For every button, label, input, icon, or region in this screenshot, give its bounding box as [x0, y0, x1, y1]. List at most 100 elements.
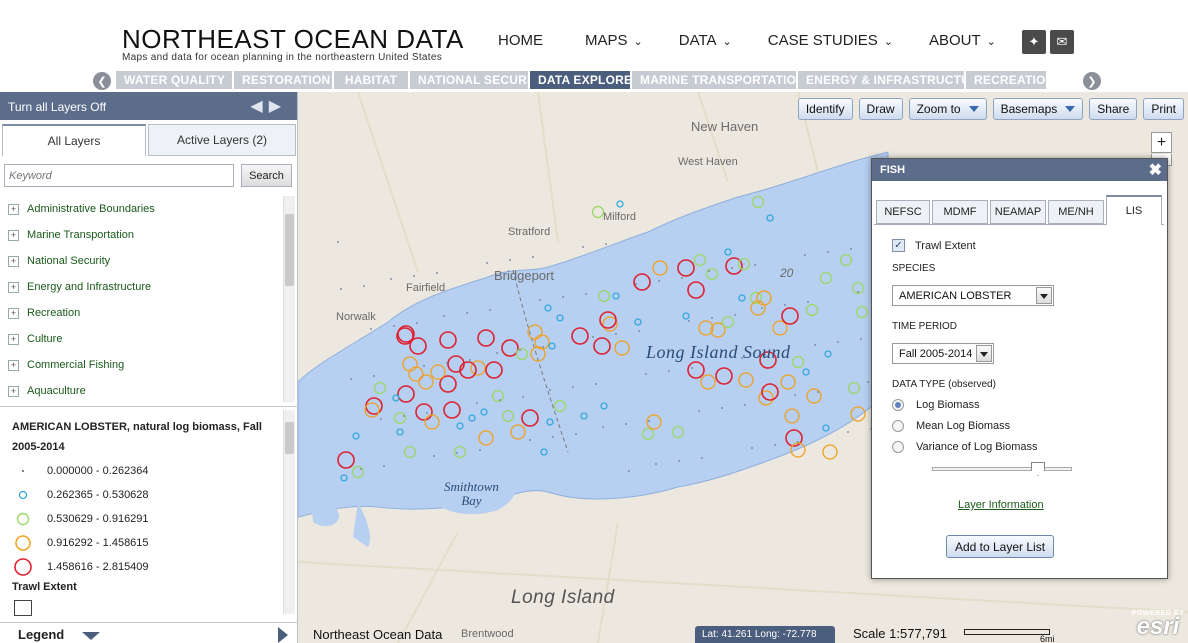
- trawl-extent-option[interactable]: ✓ Trawl Extent: [892, 239, 976, 252]
- tab-water-quality[interactable]: WATER QUALITY: [116, 71, 232, 89]
- radio-icon[interactable]: [892, 420, 904, 432]
- legend-ring-icon: [12, 508, 34, 530]
- share-button[interactable]: Share: [1089, 98, 1138, 120]
- draw-button[interactable]: Draw: [858, 98, 903, 120]
- site-title[interactable]: NORTHEAST OCEAN DATA: [122, 24, 464, 55]
- category-national-security[interactable]: + National Security: [0, 248, 282, 274]
- category-commercial-fishing[interactable]: + Commercial Fishing: [0, 352, 282, 378]
- tab-neamap[interactable]: NEAMAP: [990, 200, 1046, 224]
- expand-icon[interactable]: +: [8, 333, 19, 345]
- add-to-layer-list-button[interactable]: Add to Layer List: [946, 535, 1054, 558]
- nav-data[interactable]: DATA ⌄: [679, 32, 732, 49]
- data-type-option[interactable]: Log Biomass: [892, 399, 980, 411]
- chevron-down-icon[interactable]: [1036, 287, 1052, 304]
- category-prev-button[interactable]: ❮: [93, 72, 111, 90]
- tab-restoration[interactable]: RESTORATION: [234, 71, 332, 89]
- twitter-icon[interactable]: ✦: [1022, 30, 1046, 54]
- category-administrative-boundaries[interactable]: + Administrative Boundaries: [0, 196, 282, 222]
- sample-point: [360, 468, 362, 470]
- legend-title: AMERICAN LOBSTER, natural log biomass, F…: [12, 421, 262, 453]
- data-type-option[interactable]: Variance of Log Biomass: [892, 441, 1037, 453]
- tab-nefsc[interactable]: NEFSC: [876, 200, 930, 224]
- chevron-down-icon: [968, 106, 979, 112]
- tab-active-layers[interactable]: Active Layers (2): [148, 124, 296, 156]
- trawl-extent-label: Trawl Extent: [915, 239, 976, 252]
- data-type-option[interactable]: Mean Log Biomass: [892, 420, 1010, 432]
- tab-marine-transportation[interactable]: MARINE TRANSPORTATION: [632, 71, 805, 89]
- category-scrollbar[interactable]: [283, 196, 295, 402]
- tab-habitat[interactable]: HABITAT: [334, 71, 408, 89]
- legend-scrollbar[interactable]: [283, 410, 295, 614]
- legend-entry: 0.530629 - 0.916291: [12, 507, 149, 531]
- sample-point: [572, 386, 574, 388]
- chevron-down-icon[interactable]: [82, 632, 100, 640]
- print-button[interactable]: Print: [1143, 98, 1184, 120]
- tab-mdmf[interactable]: MDMF: [932, 200, 988, 224]
- expand-icon[interactable]: +: [8, 255, 19, 267]
- expand-icon[interactable]: +: [8, 281, 19, 293]
- species-value: AMERICAN LOBSTER: [899, 290, 1012, 302]
- panel-collapse-arrows-icon[interactable]: ◀▶: [250, 96, 287, 116]
- sample-point: [562, 296, 564, 298]
- sample-point: [602, 426, 604, 428]
- category-energy-infrastructure[interactable]: + Energy and Infrastructure: [0, 274, 282, 300]
- expand-icon[interactable]: +: [8, 229, 19, 241]
- species-select[interactable]: AMERICAN LOBSTER: [892, 285, 1054, 306]
- category-marine-transportation[interactable]: + Marine Transportation: [0, 222, 282, 248]
- category-recreation[interactable]: + Recreation: [0, 300, 282, 326]
- nav-case-studies[interactable]: CASE STUDIES ⌄: [768, 32, 893, 49]
- chevron-down-icon[interactable]: [976, 345, 992, 362]
- legend-toggle-label[interactable]: Legend: [18, 627, 64, 642]
- sample-point: [698, 410, 700, 412]
- basemaps-button[interactable]: Basemaps: [992, 98, 1084, 120]
- email-icon[interactable]: ✉: [1050, 30, 1074, 54]
- category-culture[interactable]: + Culture: [0, 326, 282, 352]
- tab-lis[interactable]: LIS: [1106, 195, 1162, 225]
- expand-icon[interactable]: +: [8, 307, 19, 319]
- place-label: Bridgeport: [494, 268, 554, 283]
- expand-icon[interactable]: +: [8, 203, 19, 215]
- tab-recreation[interactable]: RECREATION: [966, 71, 1054, 89]
- sample-point: [678, 460, 680, 462]
- sample-point: [751, 447, 753, 449]
- scrollbar-thumb[interactable]: [285, 214, 294, 286]
- tab-data-explorer[interactable]: DATA EXPLORER: [530, 71, 641, 89]
- radio-selected-icon[interactable]: [892, 399, 904, 411]
- opacity-slider[interactable]: [932, 462, 1072, 476]
- scale-unit: 6mi: [1040, 634, 1055, 643]
- expand-icon[interactable]: +: [8, 359, 19, 371]
- radio-icon[interactable]: [892, 441, 904, 453]
- nav-home[interactable]: HOME: [498, 32, 543, 49]
- zoom-to-label: Zoom to: [916, 102, 961, 116]
- keyword-input[interactable]: [4, 164, 234, 187]
- zoom-to-button[interactable]: Zoom to: [908, 98, 987, 120]
- nav-maps[interactable]: MAPS ⌄: [585, 32, 643, 49]
- layer-search: Search: [4, 164, 292, 188]
- layer-information-link[interactable]: Layer Information: [958, 499, 1044, 511]
- scrollbar-thumb[interactable]: [285, 422, 294, 454]
- sample-point: [363, 285, 365, 287]
- close-icon[interactable]: ✖: [1149, 160, 1162, 180]
- legend-footer[interactable]: Legend: [0, 622, 298, 643]
- expand-icon[interactable]: +: [8, 385, 19, 397]
- sample-point: [850, 248, 852, 250]
- tab-me-nh[interactable]: ME/NH: [1048, 200, 1104, 224]
- tab-all-layers[interactable]: All Layers: [2, 124, 146, 156]
- layers-tabs: All Layers Active Layers (2): [2, 124, 296, 158]
- zoom-in-button[interactable]: +: [1151, 132, 1172, 153]
- turn-all-layers-off[interactable]: Turn all Layers Off: [8, 100, 106, 114]
- esri-logo[interactable]: POWERED BY esri: [1128, 608, 1188, 643]
- nav-about[interactable]: ABOUT ⌄: [929, 32, 996, 49]
- category-next-button[interactable]: ❯: [1083, 72, 1101, 90]
- identify-button[interactable]: Identify: [797, 98, 853, 120]
- sample-point: [476, 402, 478, 404]
- sample-point: [794, 394, 796, 396]
- tab-energy-infrastructure[interactable]: ENERGY & INFRASTRUCTURE: [798, 71, 987, 89]
- time-period-select[interactable]: Fall 2005-2014: [892, 343, 994, 364]
- search-button[interactable]: Search: [241, 164, 292, 187]
- arrow-right-icon[interactable]: [278, 627, 288, 643]
- tab-national-security[interactable]: NATIONAL SECURITY: [410, 71, 546, 89]
- category-aquaculture[interactable]: + Aquaculture: [0, 378, 282, 404]
- checkbox-checked-icon[interactable]: ✓: [892, 239, 905, 252]
- slider-handle[interactable]: [1031, 462, 1045, 476]
